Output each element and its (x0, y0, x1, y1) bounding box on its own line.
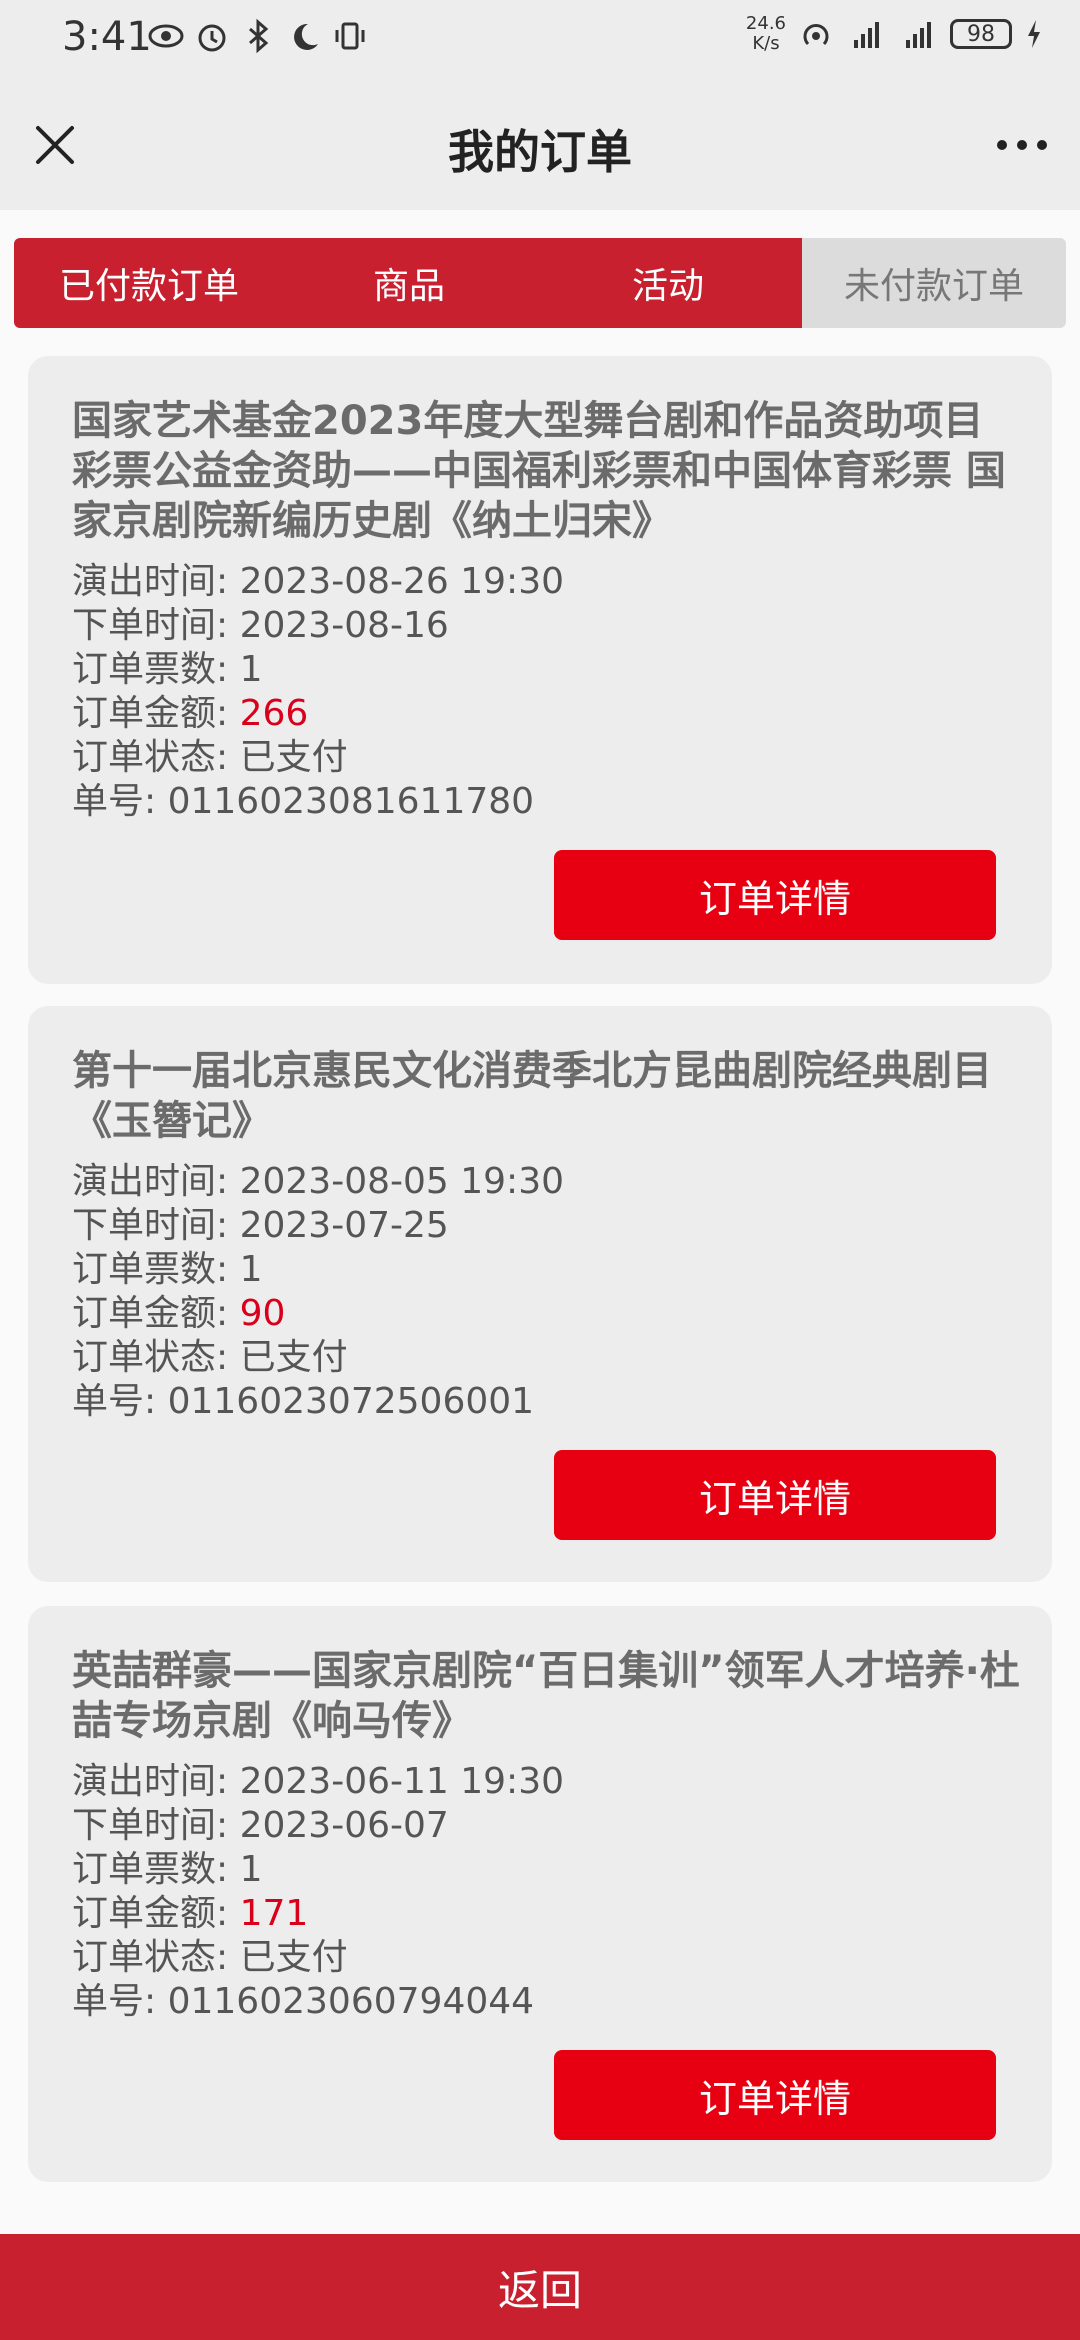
status-right: 24.6 K/s 98 (746, 14, 1044, 54)
tab-goods[interactable]: 商品 (284, 238, 534, 328)
moon-icon (294, 23, 318, 50)
order-time-row: 下单时间: 2023-08-16 (72, 604, 449, 648)
order-time-label: 下单时间: (72, 1805, 229, 1846)
amount-row: 订单金额: 90 (72, 1292, 285, 1336)
nav-bar: 我的订单 (0, 80, 1080, 210)
order-time-value: 2023-06-07 (239, 1805, 449, 1846)
order-title: 国家艺术基金2023年度大型舞台剧和作品资助项目 彩票公益金资助——中国福利彩票… (72, 398, 1006, 544)
more-icon[interactable] (992, 120, 1052, 170)
show-time-label: 演出时间: (72, 561, 229, 602)
speed-unit: K/s (752, 33, 780, 54)
signal-4g-icon (854, 22, 879, 48)
order-time-row: 下单时间: 2023-06-07 (72, 1804, 449, 1848)
status-label: 订单状态: (72, 1337, 229, 1378)
status-label: 订单状态: (72, 737, 229, 778)
status-value: 已支付 (239, 1337, 348, 1378)
tab-paid-orders[interactable]: 已付款订单 (14, 238, 284, 328)
ticket-count-label: 订单票数: (72, 1849, 229, 1890)
order-no-value: 0116023081611780 (167, 781, 535, 822)
battery-indicator: 98 (950, 19, 1012, 49)
show-time-value: 2023-08-05 19:30 (239, 1161, 564, 1202)
eye-icon (148, 24, 184, 48)
order-title: 英喆群豪——国家京剧院“百日集训”领军人才培养·杜喆专场京剧《响马传》 (72, 1648, 1020, 1744)
order-time-label: 下单时间: (72, 1205, 229, 1246)
show-time-value: 2023-06-11 19:30 (239, 1761, 564, 1802)
ticket-count-value: 1 (239, 649, 263, 690)
amount-label: 订单金额: (72, 1293, 229, 1334)
status-label: 订单状态: (72, 1937, 229, 1978)
status-value: 已支付 (239, 737, 348, 778)
status-time: 3:41 (62, 14, 152, 60)
order-no-row: 单号: 0116023060794044 (72, 1980, 534, 2024)
network-speed: 24.6 K/s (746, 14, 786, 54)
amount-value: 171 (239, 1893, 309, 1934)
amount-label: 订单金额: (72, 693, 229, 734)
order-card: 英喆群豪——国家京剧院“百日集训”领军人才培养·杜喆专场京剧《响马传》 演出时间… (28, 1606, 1052, 2182)
amount-row: 订单金额: 171 (72, 1892, 308, 1936)
charging-icon (1028, 20, 1040, 48)
ticket-count-label: 订单票数: (72, 649, 229, 690)
show-time-label: 演出时间: (72, 1161, 229, 1202)
order-no-value: 0116023060794044 (167, 1981, 535, 2022)
ticket-count-value: 1 (239, 1849, 263, 1890)
status-left-icons (148, 18, 368, 54)
ticket-count-row: 订单票数: 1 (72, 1248, 263, 1292)
ticket-count-row: 订单票数: 1 (72, 1848, 263, 1892)
order-detail-button[interactable]: 订单详情 (554, 2050, 996, 2140)
order-no-row: 单号: 0116023081611780 (72, 780, 534, 824)
status-bar: 3:41 24.6 K/s 98 (0, 0, 1080, 80)
bluetooth-icon (249, 18, 269, 54)
show-time-row: 演出时间: 2023-08-26 19:30 (72, 560, 564, 604)
status-value: 已支付 (239, 1937, 348, 1978)
status-row: 订单状态: 已支付 (72, 1336, 348, 1380)
hotspot-icon (803, 24, 829, 46)
order-time-value: 2023-07-25 (239, 1205, 449, 1246)
amount-value: 90 (239, 1293, 286, 1334)
show-time-value: 2023-08-26 19:30 (239, 561, 564, 602)
order-detail-button[interactable]: 订单详情 (554, 850, 996, 940)
order-time-value: 2023-08-16 (239, 605, 449, 646)
order-no-label: 单号: (72, 1981, 157, 2022)
status-row: 订单状态: 已支付 (72, 736, 348, 780)
ticket-count-label: 订单票数: (72, 1249, 229, 1290)
order-no-label: 单号: (72, 781, 157, 822)
ticket-count-row: 订单票数: 1 (72, 648, 263, 692)
order-title: 第十一届北京惠民文化消费季北方昆曲剧院经典剧目《玉簪记》 (72, 1048, 992, 1144)
order-tabs: 已付款订单 商品 活动 未付款订单 (14, 238, 1066, 328)
show-time-row: 演出时间: 2023-08-05 19:30 (72, 1160, 564, 1204)
amount-label: 订单金额: (72, 1893, 229, 1934)
alarm-icon (198, 24, 226, 52)
tab-unpaid-orders[interactable]: 未付款订单 (802, 238, 1066, 328)
ticket-count-value: 1 (239, 1249, 263, 1290)
speed-value: 24.6 (745, 13, 786, 34)
order-card: 国家艺术基金2023年度大型舞台剧和作品资助项目 彩票公益金资助——中国福利彩票… (28, 356, 1052, 984)
vibrate-icon (335, 22, 365, 50)
tab-activities[interactable]: 活动 (534, 238, 802, 328)
amount-row: 订单金额: 266 (72, 692, 308, 736)
order-detail-button[interactable]: 订单详情 (554, 1450, 996, 1540)
order-time-label: 下单时间: (72, 605, 229, 646)
status-row: 订单状态: 已支付 (72, 1936, 348, 1980)
order-no-label: 单号: (72, 1381, 157, 1422)
order-time-row: 下单时间: 2023-07-25 (72, 1204, 449, 1248)
order-card: 第十一届北京惠民文化消费季北方昆曲剧院经典剧目《玉簪记》 演出时间: 2023-… (28, 1006, 1052, 1582)
show-time-label: 演出时间: (72, 1761, 229, 1802)
back-button[interactable]: 返回 (0, 2234, 1080, 2340)
amount-value: 266 (239, 693, 309, 734)
page-title: 我的订单 (448, 125, 632, 179)
order-no-value: 0116023072506001 (167, 1381, 535, 1422)
order-no-row: 单号: 0116023072506001 (72, 1380, 534, 1424)
signal-4g-icon-2 (906, 22, 931, 48)
show-time-row: 演出时间: 2023-06-11 19:30 (72, 1760, 564, 1804)
